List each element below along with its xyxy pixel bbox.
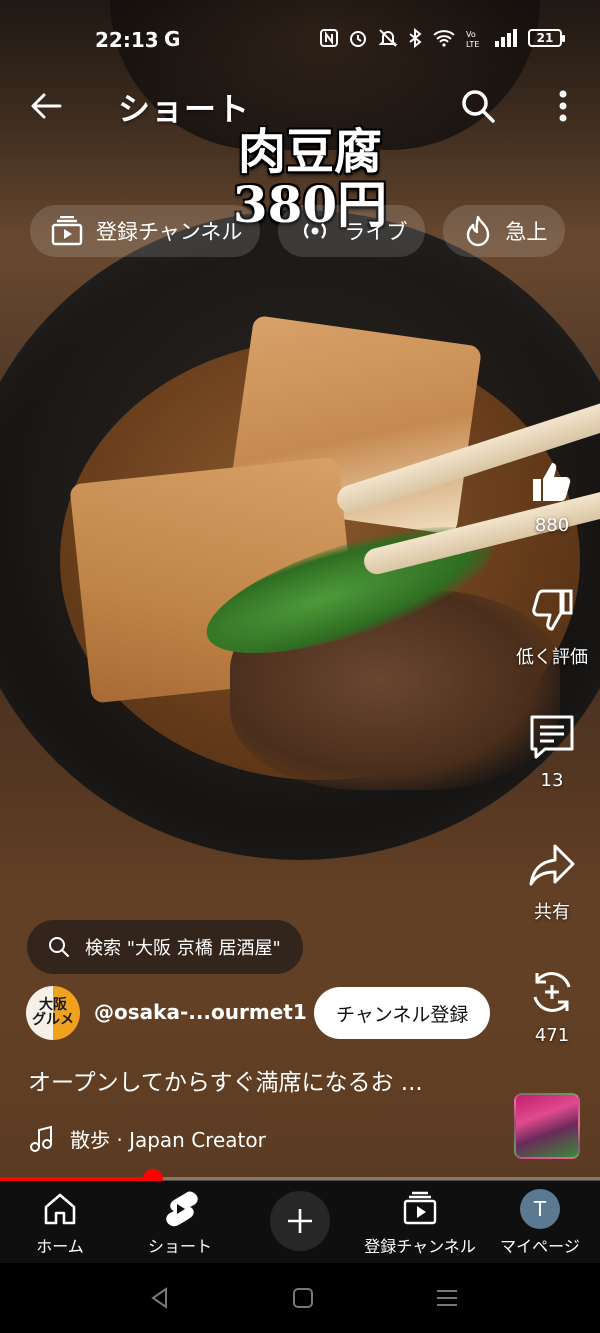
- chip-label: ライブ: [344, 220, 408, 244]
- nav-shorts[interactable]: ショート: [120, 1189, 240, 1257]
- avatar-text: 大阪 グルメ: [32, 997, 74, 1028]
- create-button[interactable]: [270, 1191, 330, 1251]
- avatar[interactable]: 大阪 グルメ: [26, 986, 80, 1040]
- channel-handle[interactable]: @osaka-...ourmet1: [94, 1000, 307, 1024]
- trending-icon: [467, 215, 490, 247]
- chip-live[interactable]: ライブ: [278, 205, 426, 257]
- nav-subscriptions[interactable]: 登録チャンネル: [360, 1189, 480, 1257]
- comments-button[interactable]: 13: [504, 710, 600, 791]
- nfc-icon: [320, 29, 338, 47]
- svg-text:Vo: Vo: [466, 30, 476, 39]
- page-title: ショート: [118, 90, 251, 128]
- bluetooth-icon: [409, 28, 422, 48]
- more-vert-icon[interactable]: [548, 84, 578, 128]
- nav-home[interactable]: ホーム: [0, 1189, 120, 1257]
- nav-shorts-label: ショート: [147, 1237, 212, 1256]
- avatar: T: [520, 1189, 560, 1229]
- remix-button[interactable]: 471: [504, 965, 600, 1046]
- shorts-header: ショート: [0, 78, 600, 138]
- recents-menu-icon[interactable]: [432, 1283, 462, 1313]
- chip-trending[interactable]: 急上: [443, 205, 566, 257]
- dislike-label: 低く評価: [516, 647, 588, 668]
- google-icon: G: [164, 27, 181, 51]
- like-button[interactable]: 880: [504, 455, 600, 536]
- alarm-icon: [350, 31, 366, 47]
- status-time: 22:13: [95, 28, 159, 52]
- share-icon: [529, 844, 575, 886]
- plus-icon: [288, 1209, 312, 1233]
- thumb-up-icon: [533, 463, 571, 501]
- music-text: 散歩 · Japan Creator: [70, 1128, 266, 1152]
- shorts-icon: [166, 1191, 198, 1227]
- filter-chips: 登録チャンネル ライブ 急上: [30, 205, 566, 257]
- comment-count: 13: [540, 770, 564, 791]
- music-info[interactable]: 散歩 · Japan Creator: [28, 1124, 266, 1153]
- wifi-icon: [433, 30, 455, 47]
- signal-icon: [495, 29, 517, 47]
- chip-subscriptions[interactable]: 登録チャンネル: [30, 205, 261, 257]
- chip-label: 登録チャンネル: [96, 220, 243, 244]
- search-icon[interactable]: [456, 84, 500, 128]
- live-icon: [304, 223, 327, 239]
- like-count: 880: [534, 515, 570, 536]
- sound-thumbnail[interactable]: [514, 1093, 580, 1159]
- home-icon: [44, 1193, 76, 1225]
- subscribe-button[interactable]: チャンネル登録: [314, 987, 491, 1039]
- comment-icon: [530, 715, 574, 759]
- mute-icon: [378, 29, 398, 47]
- subscriptions-icon: [51, 216, 83, 246]
- nav-you[interactable]: T マイページ: [480, 1189, 600, 1257]
- dislike-button[interactable]: 低く評価: [504, 583, 600, 669]
- search-suggestion[interactable]: 検索 "大阪 京橋 居酒屋": [27, 920, 303, 974]
- system-nav-bar: [0, 1263, 600, 1333]
- video-description[interactable]: オープンしてからすぐ満席になるお ...: [28, 1063, 488, 1097]
- channel-row: 大阪 グルメ @osaka-...ourmet1 チャンネル登録: [26, 986, 506, 1042]
- nav-home-label: ホーム: [36, 1237, 84, 1256]
- arrow-left-icon[interactable]: [26, 86, 66, 126]
- search-icon: [49, 937, 69, 957]
- thumb-down-icon: [532, 589, 573, 631]
- svg-text:LTE: LTE: [466, 40, 479, 48]
- subscriptions-icon: [403, 1191, 437, 1225]
- search-suggestion-text: 検索 "大阪 京橋 居酒屋": [85, 938, 281, 959]
- volte-icon: VoLTE: [466, 30, 479, 48]
- nav-you-label: マイページ: [500, 1237, 580, 1256]
- battery-icon: 21: [528, 29, 565, 47]
- music-note-icon: [30, 1125, 52, 1152]
- back-triangle-icon[interactable]: [145, 1283, 175, 1313]
- status-icons: Vo LTE 21: [320, 28, 565, 48]
- status-bar: 22:13 G Vo LTE 21: [0, 22, 600, 58]
- nav-subscriptions-label: 登録チャンネル: [364, 1237, 476, 1256]
- bottom-nav: ホーム ショート 登録チャンネル T マイページ: [0, 1181, 600, 1263]
- share-button[interactable]: 共有: [504, 838, 600, 924]
- share-label: 共有: [534, 902, 570, 923]
- remix-count: 471: [534, 1025, 570, 1046]
- home-square-icon[interactable]: [288, 1283, 318, 1313]
- chip-label: 急上: [505, 220, 548, 244]
- remix-icon: [533, 972, 571, 1012]
